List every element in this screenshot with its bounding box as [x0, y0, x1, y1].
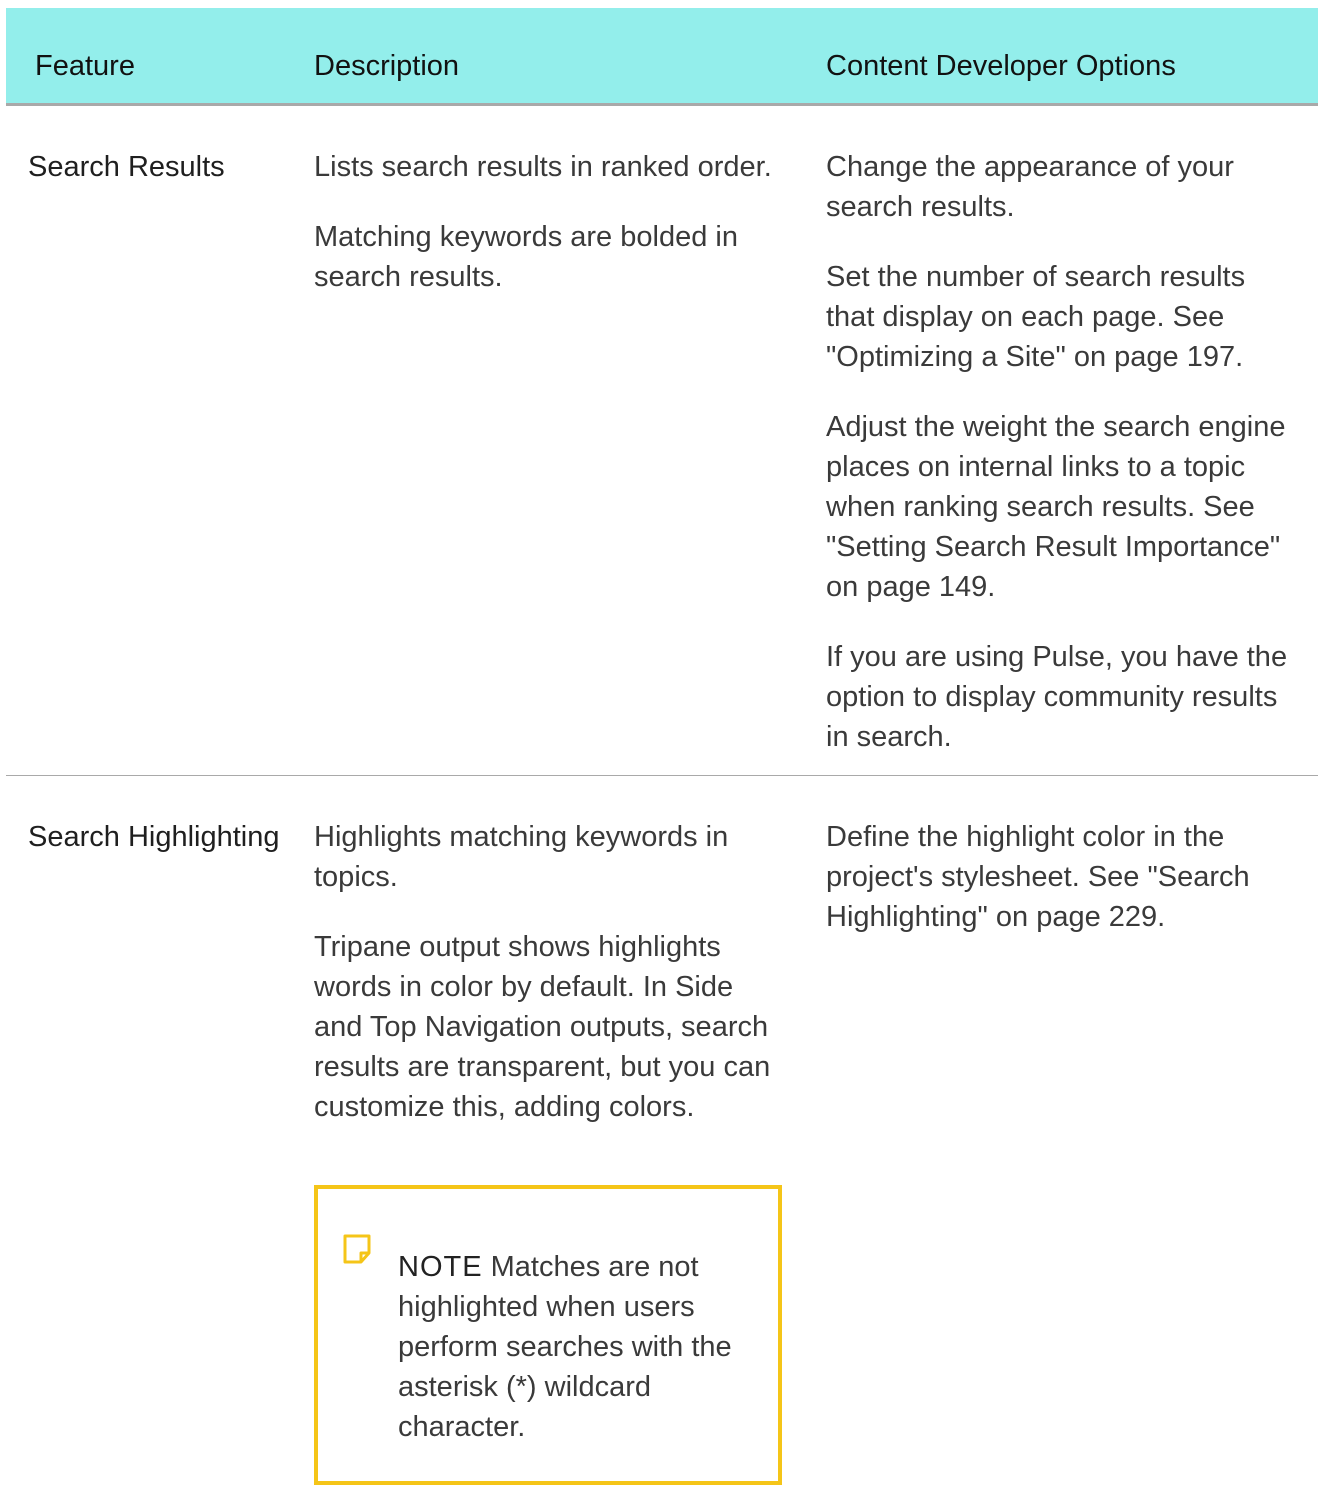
note-box: NOTE Matches are not highlighted when us… — [314, 1185, 782, 1485]
header-description: Description — [314, 50, 460, 83]
description-paragraph: Highlights matching keywords in topics. — [314, 821, 729, 893]
note-icon — [343, 1234, 371, 1264]
note-label: NOTE — [398, 1251, 483, 1283]
options-cell: Define the highlight color in the projec… — [826, 817, 1296, 967]
table-row: Search Results Lists search results in r… — [6, 106, 1318, 776]
options-paragraph: Adjust the weight the search engine plac… — [826, 411, 1286, 603]
header-feature: Feature — [35, 50, 135, 83]
description-cell: Lists search results in ranked order. Ma… — [314, 147, 774, 327]
table-header: Feature Description Content Developer Op… — [6, 8, 1318, 106]
feature-table: Feature Description Content Developer Op… — [6, 8, 1318, 1505]
table-row: Search Highlighting Highlights matching … — [6, 776, 1318, 1505]
options-paragraph: If you are using Pulse, you have the opt… — [826, 641, 1288, 753]
options-paragraph: Set the number of search results that di… — [826, 261, 1246, 373]
options-paragraph: Change the appearance of your search res… — [826, 151, 1234, 223]
header-options: Content Developer Options — [826, 50, 1176, 83]
options-paragraph: Define the highlight color in the projec… — [826, 821, 1250, 933]
feature-cell: Search Results — [28, 151, 225, 183]
description-paragraph: Matching keywords are bolded in search r… — [314, 221, 738, 293]
description-paragraph: Lists search results in ranked order. — [314, 151, 772, 183]
note-text: NOTE Matches are not highlighted when us… — [398, 1247, 778, 1447]
feature-cell: Search Highlighting — [28, 821, 280, 853]
description-paragraph: Tripane output shows highlights words in… — [314, 931, 771, 1123]
description-cell: Highlights matching keywords in topics. … — [314, 817, 784, 1157]
options-cell: Change the appearance of your search res… — [826, 147, 1296, 787]
